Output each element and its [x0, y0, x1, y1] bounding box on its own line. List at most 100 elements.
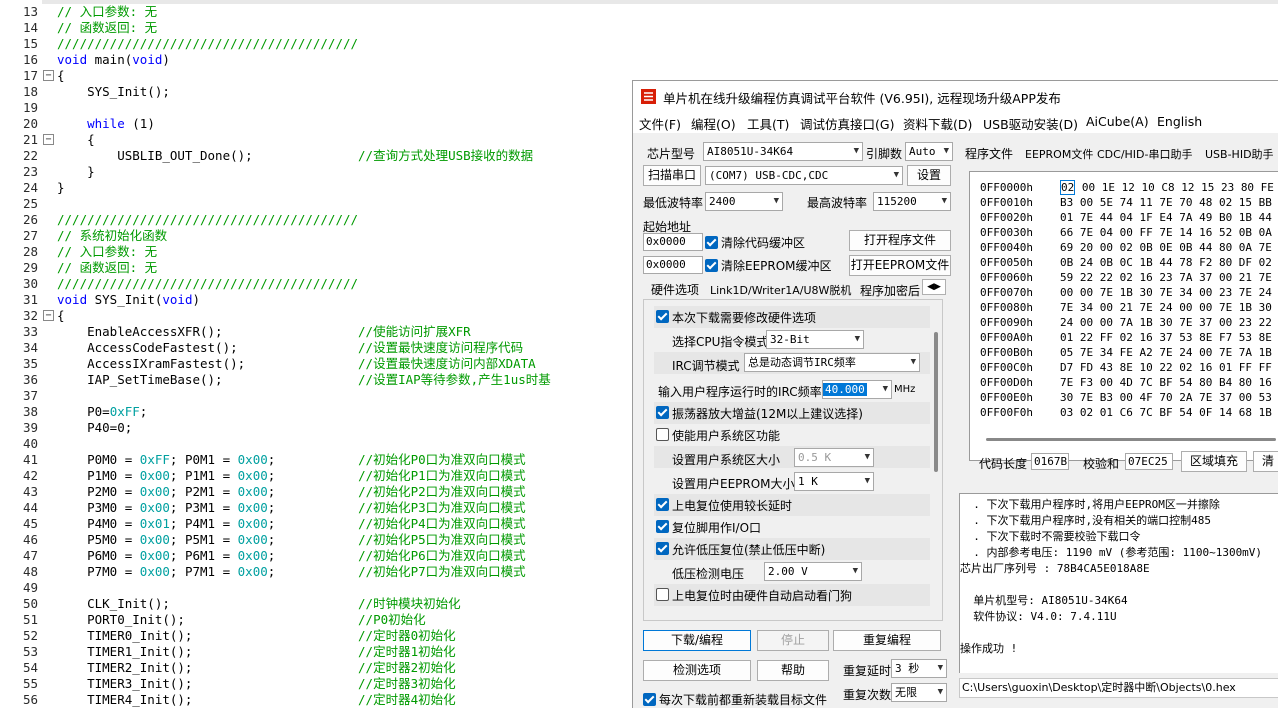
code-line[interactable]: }: [57, 164, 95, 180]
code-line[interactable]: {: [57, 132, 95, 148]
lvr-checkbox[interactable]: [656, 542, 669, 555]
clear-code-buffer-checkbox[interactable]: [705, 236, 718, 249]
cpu-mode-select[interactable]: 32-Bit ▼: [766, 330, 864, 349]
code-line[interactable]: while (1): [57, 116, 155, 132]
code-line[interactable]: ////////////////////////////////////////: [57, 212, 358, 228]
code-line[interactable]: void SYS_Init(void): [57, 292, 200, 308]
code-line[interactable]: USBLIB_OUT_Done(); //查询方式处理USB接收的数据: [57, 148, 533, 164]
code-line[interactable]: ////////////////////////////////////////: [57, 36, 358, 52]
code-line[interactable]: }: [57, 180, 65, 196]
code-line[interactable]: {: [57, 68, 65, 84]
code-line[interactable]: // 入口参数: 无: [57, 244, 157, 260]
hex-row[interactable]: 0FF0030h 66 7E 04 00 FF 7E 14 16 52 0B 0A: [980, 225, 1272, 240]
irc-frequency-input[interactable]: 40.000 ▼: [822, 380, 892, 399]
tab-program-file[interactable]: 程序文件: [965, 145, 1013, 162]
clear-buffer-button[interactable]: 清: [1253, 451, 1278, 472]
code-line[interactable]: void main(void): [57, 52, 170, 68]
code-line[interactable]: TIMER4_Init(); //定时器4初始化: [57, 692, 456, 708]
code-line[interactable]: P5M0 = 0x00; P5M1 = 0x00; //初始化P5口为准双向口模…: [57, 532, 526, 548]
code-line[interactable]: TIMER3_Init(); //定时器3初始化: [57, 676, 456, 692]
hex-row[interactable]: 0FF0050h 0B 24 0B 0C 1B 44 78 F2 80 DF 02: [980, 255, 1272, 270]
download-program-button[interactable]: 下载/编程: [643, 630, 751, 651]
code-line[interactable]: P0M0 = 0xFF; P0M1 = 0x00; //初始化P0口为准双向口模…: [57, 452, 526, 468]
lvd-select[interactable]: 2.00 V ▼: [764, 562, 862, 581]
tab-encrypted-program[interactable]: 程序加密后: [860, 282, 920, 299]
menu-debug[interactable]: 调试仿真接口(G): [800, 114, 894, 133]
code-line[interactable]: P3M0 = 0x00; P3M1 = 0x00; //初始化P3口为准双向口模…: [57, 500, 526, 516]
hex-cursor-byte[interactable]: 02: [1060, 180, 1076, 195]
hex-row[interactable]: 0FF00C0h D7 FD 43 8E 10 22 02 16 01 FF FF: [980, 360, 1272, 375]
open-program-file-button[interactable]: 打开程序文件: [849, 230, 951, 251]
code-line[interactable]: P7M0 = 0x00; P7M1 = 0x00; //初始化P7口为准双向口模…: [57, 564, 526, 580]
scan-port-button[interactable]: 扫描串口: [643, 165, 701, 186]
open-eeprom-file-button[interactable]: 打开EEPROM文件: [849, 255, 951, 276]
hex-row[interactable]: 0FF00A0h 01 22 FF 02 16 37 53 8E F7 53 8E: [980, 330, 1272, 345]
reload-target-checkbox[interactable]: [643, 693, 656, 706]
code-line[interactable]: P2M0 = 0x00; P2M1 = 0x00; //初始化P2口为准双向口模…: [57, 484, 526, 500]
hex-row[interactable]: 0FF0020h 01 7E 44 04 1F E4 7A 49 B0 1B 44: [980, 210, 1272, 225]
pin-count-select[interactable]: Auto ▼: [905, 142, 953, 161]
menu-downloads[interactable]: 资料下载(D): [903, 114, 972, 133]
region-fill-button[interactable]: 区域填充: [1181, 451, 1247, 472]
tab-eeprom-file[interactable]: EEPROM文件: [1025, 146, 1093, 162]
menu-english[interactable]: English: [1157, 114, 1202, 129]
scrollbar-thumb[interactable]: [934, 332, 938, 472]
code-line[interactable]: TIMER1_Init(); //定时器1初始化: [57, 644, 456, 660]
osc-gain-checkbox[interactable]: [656, 406, 669, 419]
max-baud-select[interactable]: 115200 ▼: [873, 192, 951, 211]
repeat-program-button[interactable]: 重复编程: [833, 630, 941, 651]
code-line[interactable]: TIMER2_Init(); //定时器2初始化: [57, 660, 456, 676]
code-line[interactable]: SYS_Init();: [57, 84, 170, 100]
tab-offline-writer[interactable]: Link1D/Writer1A/U8W脱机: [710, 282, 851, 298]
clear-eeprom-buffer-checkbox[interactable]: [705, 259, 718, 272]
chip-model-select[interactable]: AI8051U-34K64 ▼: [703, 142, 863, 161]
min-baud-select[interactable]: 2400 ▼: [705, 192, 783, 211]
hex-row[interactable]: 0FF0040h 69 20 00 02 0B 0E 0B 44 80 0A 7E: [980, 240, 1272, 255]
check-options-button[interactable]: 检测选项: [643, 660, 751, 681]
hardware-options-scrollbar[interactable]: [932, 324, 940, 614]
hex-view[interactable]: 0FF0000h 02 00 1E 12 10 C8 12 15 23 80 FE…: [969, 171, 1278, 461]
menu-usb-driver[interactable]: USB驱动安装(D): [983, 114, 1078, 133]
code-line[interactable]: // 入口参数: 无: [57, 4, 157, 20]
user-eeprom-size-select[interactable]: 1 K ▼: [794, 472, 874, 491]
menu-tools[interactable]: 工具(T): [747, 114, 789, 133]
code-line[interactable]: IAP_SetTimeBase(); //设置IAP等待参数,产生1us时基: [57, 372, 551, 388]
tab-hardware-options[interactable]: 硬件选项: [651, 281, 699, 298]
stop-button[interactable]: 停止: [757, 630, 829, 651]
menu-aicube[interactable]: AiCube(A): [1086, 114, 1149, 129]
code-line[interactable]: // 函数返回: 无: [57, 20, 157, 36]
reset-io-checkbox[interactable]: [656, 520, 669, 533]
hex-row[interactable]: 0FF00B0h 05 7E 34 FE A2 7E 24 00 7E 7A 1B: [980, 345, 1272, 360]
code-line[interactable]: ////////////////////////////////////////: [57, 276, 358, 292]
menu-file[interactable]: 文件(F): [639, 114, 681, 133]
settings-button[interactable]: 设置: [907, 165, 951, 186]
code-line[interactable]: P6M0 = 0x00; P6M1 = 0x00; //初始化P6口为准双向口模…: [57, 548, 526, 564]
repeat-count-select[interactable]: 无限 ▼: [891, 683, 947, 702]
hex-row[interactable]: 0FF0080h 7E 34 00 21 7E 24 00 00 7E 1B 30: [980, 300, 1272, 315]
tab-scroll-arrows[interactable]: ◀▶: [922, 279, 946, 295]
code-line[interactable]: TIMER0_Init(); //定时器0初始化: [57, 628, 456, 644]
user-system-area-checkbox[interactable]: [656, 428, 669, 441]
code-line[interactable]: AccessCodeFastest(); //设置最快速度访问程序代码: [57, 340, 523, 356]
hex-row[interactable]: 0FF00E0h 30 7E B3 00 4F 70 2A 7E 37 00 53: [980, 390, 1272, 405]
watchdog-checkbox[interactable]: [656, 588, 669, 601]
hex-row[interactable]: 0FF0070h 00 00 7E 1B 30 7E 34 00 23 7E 24: [980, 285, 1272, 300]
code-start-address-input[interactable]: 0x0000: [643, 233, 703, 251]
irc-mode-select[interactable]: 总是动态调节IRC频率 ▼: [744, 353, 920, 372]
code-line[interactable]: // 系统初始化函数: [57, 228, 167, 244]
window-titlebar[interactable]: 单片机在线升级编程仿真调试平台软件 (V6.95I), 远程现场升级APP发布: [633, 81, 1278, 111]
hex-row[interactable]: 0FF00F0h 03 02 01 C6 7C BF 54 0F 14 68 1B: [980, 405, 1272, 420]
code-line[interactable]: PORT0_Init(); //P0初始化: [57, 612, 426, 628]
fold-toggle-icon[interactable]: −: [43, 70, 54, 81]
code-line[interactable]: P40=0;: [57, 420, 132, 436]
hex-row[interactable]: 0FF0060h 59 22 22 02 16 23 7A 37 00 21 7E: [980, 270, 1272, 285]
isp-programmer-window[interactable]: 单片机在线升级编程仿真调试平台软件 (V6.95I), 远程现场升级APP发布 …: [632, 80, 1278, 708]
tab-cdc-serial-assistant[interactable]: CDC/HID-串口助手: [1097, 146, 1193, 162]
menu-program[interactable]: 编程(O): [691, 114, 736, 133]
code-line[interactable]: P1M0 = 0x00; P1M1 = 0x00; //初始化P1口为准双向口模…: [57, 468, 526, 484]
serial-port-select[interactable]: (COM7) USB-CDC,CDC ▼: [705, 166, 903, 185]
repeat-delay-select[interactable]: 3 秒 ▼: [891, 659, 947, 678]
hex-horizontal-scrollbar[interactable]: [986, 438, 1276, 441]
code-line[interactable]: CLK_Init(); //时钟模块初始化: [57, 596, 461, 612]
fold-toggle-icon[interactable]: −: [43, 134, 54, 145]
